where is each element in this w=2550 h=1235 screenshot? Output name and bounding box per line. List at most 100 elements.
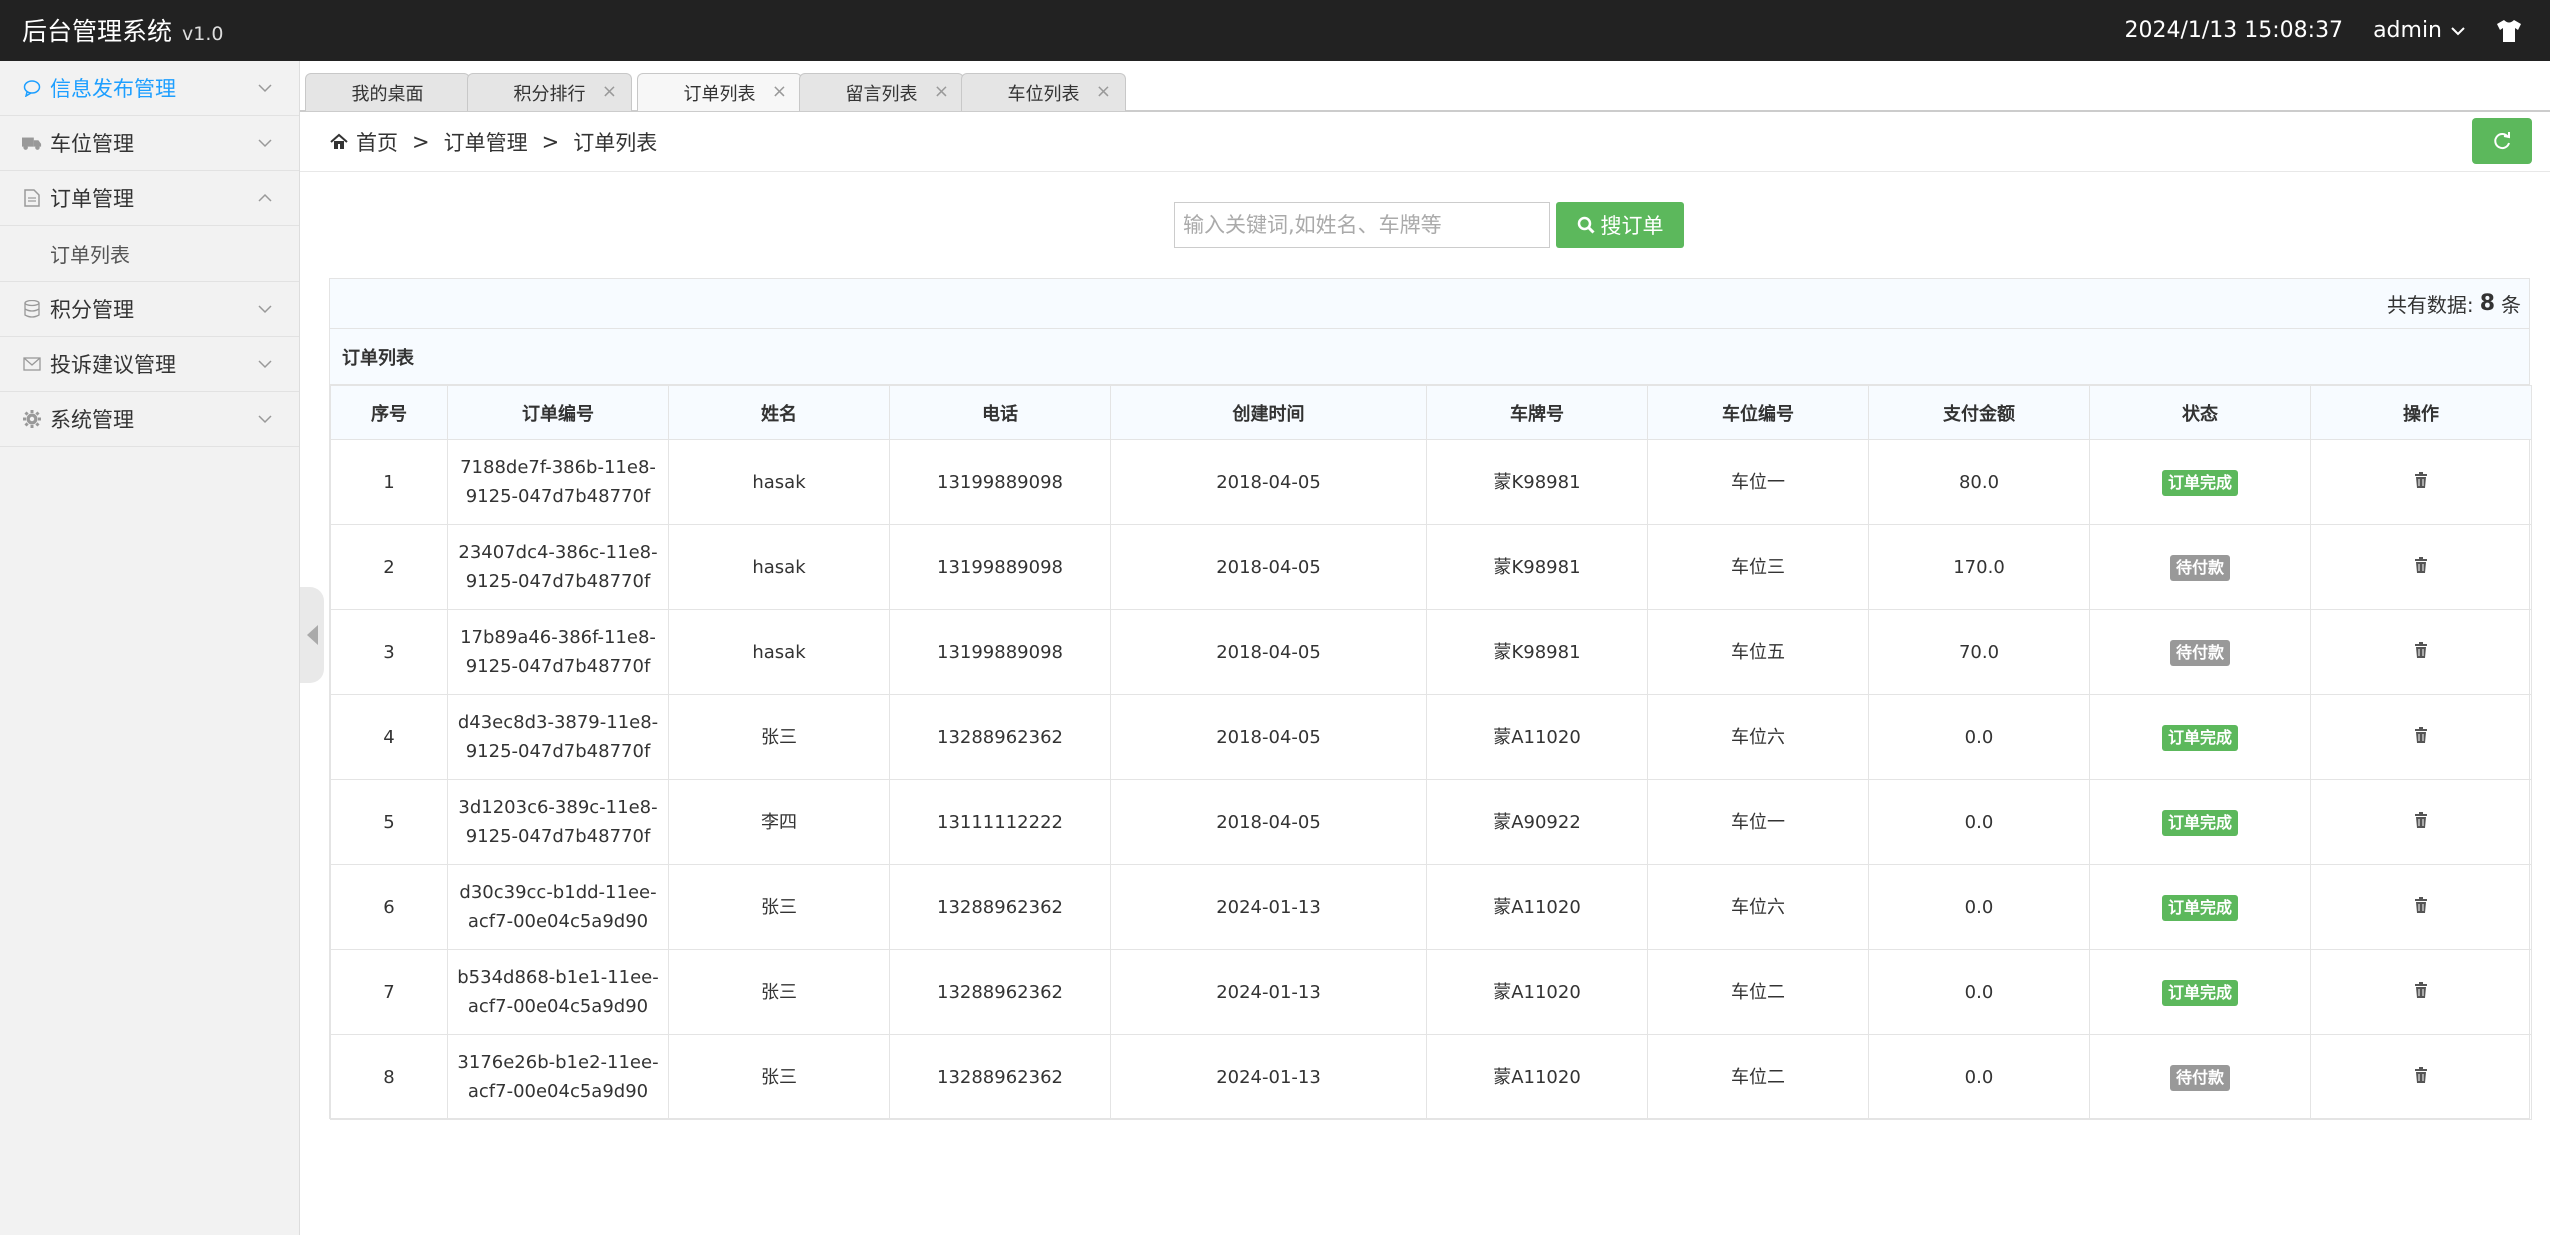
trash-icon[interactable] [2414,556,2428,573]
order-id-part: d30c39cc-b1dd-11ee- [459,882,657,903]
trash-icon[interactable] [2414,896,2428,913]
column-header-no: 序号 [330,385,448,440]
cell-phone: 13288962362 [889,949,1111,1035]
cell-phone: 13111112222 [889,779,1111,865]
table-row: 6 d30c39cc-b1dd-11ee-acf7-00e04c5a9d90 张三 1… [330,864,2532,950]
cell-status: 待付款 [2089,524,2311,610]
order-id-part: 9125-047d7b48770f [465,656,651,677]
column-header-order-id: 订单编号 [447,385,669,440]
cell-order-id: 7188de7f-386b-11e8- 9125-047d7b48770f [447,439,669,525]
trash-icon[interactable] [2414,811,2428,828]
search-input[interactable] [1174,202,1550,248]
cell-created: 2024-01-13 [1110,864,1427,950]
sidebar-item-label: 投诉建议管理 [50,353,176,377]
sidebar-item-system[interactable]: 系统管理 [0,392,299,447]
cell-created: 2018-04-05 [1110,524,1427,610]
tab-message-list[interactable]: 留言列表 × [799,73,964,111]
close-icon[interactable]: × [1096,81,1111,102]
user-menu[interactable]: admin [2373,18,2466,43]
tab-points-ranking[interactable]: 积分排行 × [467,73,632,111]
trash-icon[interactable] [2414,641,2428,658]
trash-icon[interactable] [2414,471,2428,488]
trash-icon[interactable] [2414,1066,2428,1083]
close-icon[interactable]: × [602,81,617,102]
theme-shirt-icon[interactable] [2494,16,2524,46]
sidebar-item-points[interactable]: 积分管理 [0,282,299,337]
top-right-area: 2024/1/13 15:08:37 admin [2124,0,2550,61]
tab-label: 积分排行 [513,83,586,105]
chevron-up-icon [258,193,272,202]
chevron-down-icon [258,305,272,314]
refresh-icon [2494,132,2510,150]
envelope-icon [22,354,42,374]
cell-order-id: 17b89a46-386f-11e8- 9125-047d7b48770f [447,609,669,695]
sidebar-item-label: 订单管理 [50,187,134,211]
cell-name: 张三 [668,864,890,950]
database-icon [22,299,42,319]
cell-space: 车位六 [1647,864,1869,950]
status-badge: 订单完成 [2161,724,2238,751]
caret-left-icon [306,625,318,645]
cell-phone: 13199889098 [889,524,1111,610]
status-badge: 待付款 [2169,1064,2230,1091]
cell-plate: 蒙A11020 [1426,949,1648,1035]
sidebar-collapse-toggle[interactable] [300,587,324,683]
order-id-part: 3176e26b-b1e2-11ee- [457,1052,659,1073]
sidebar-subitem-label: 订单列表 [50,243,130,267]
trash-icon[interactable] [2414,981,2428,998]
cell-amount: 0.0 [1868,864,2090,950]
order-id-part: 17b89a46-386f-11e8- [460,627,656,648]
status-badge: 订单完成 [2161,894,2238,921]
breadcrumb-separator: > [412,129,430,154]
cell-status: 订单完成 [2089,779,2311,865]
breadcrumb-order-list: 订单列表 [573,130,658,155]
cell-space: 车位三 [1647,524,1869,610]
order-id-part: d43ec8d3-3879-11e8- [457,712,659,733]
breadcrumb-orders[interactable]: 订单管理 [444,127,528,157]
search-orders-button[interactable]: 搜订单 [1556,202,1684,248]
sidebar-item-info-publish[interactable]: 信息发布管理 [0,61,299,116]
sidebar-item-label: 信息发布管理 [50,77,176,101]
status-badge: 待付款 [2169,639,2230,666]
cell-phone: 13288962362 [889,694,1111,780]
trash-icon[interactable] [2414,726,2428,743]
close-icon[interactable]: × [934,81,949,102]
tab-parking-list[interactable]: 车位列表 × [961,73,1126,111]
cell-actions [2310,694,2532,780]
column-header-status: 状态 [2089,385,2311,440]
sidebar-item-label: 车位管理 [50,132,134,156]
table-row: 2 23407dc4-386c-11e8- 9125-047d7b48770f has… [330,524,2532,610]
refresh-button[interactable] [2472,118,2532,164]
order-id-part: acf7-00e04c5a9d90 [467,1081,649,1102]
table-row: 4 d43ec8d3-3879-11e8- 9125-047d7b48770f 张三 1… [330,694,2532,780]
breadcrumb-home[interactable]: 首页 [356,127,398,157]
cell-created: 2024-01-13 [1110,1034,1427,1120]
column-header-amount: 支付金额 [1868,385,2090,440]
sidebar-item-complaints[interactable]: 投诉建议管理 [0,337,299,392]
cell-name: hasak [668,439,890,525]
cell-no: 6 [330,864,448,950]
order-id-part: acf7-00e04c5a9d90 [467,911,649,932]
sidebar-item-parking[interactable]: 车位管理 [0,116,299,171]
cell-order-id: 23407dc4-386c-11e8- 9125-047d7b48770f [447,524,669,610]
cell-amount: 0.0 [1868,779,2090,865]
table-row: 3 17b89a46-386f-11e8- 9125-047d7b48770f has… [330,609,2532,695]
cell-amount: 80.0 [1868,439,2090,525]
chevron-down-icon [2451,26,2465,35]
status-badge: 待付款 [2169,554,2230,581]
cell-no: 4 [330,694,448,780]
cell-created: 2018-04-05 [1110,694,1427,780]
cell-plate: 蒙A11020 [1426,864,1648,950]
app-brand[interactable]: 后台管理系统 v1.0 [22,12,223,48]
tab-my-desktop[interactable]: 我的桌面 [305,73,470,111]
close-icon[interactable]: × [772,81,787,102]
sidebar-subitem-order-list[interactable]: 订单列表 [0,226,299,282]
cell-actions [2310,949,2532,1035]
tab-label: 车位列表 [1007,83,1080,105]
order-table: 序号 订单编号 姓名 电话 创建时间 车牌号 车位编号 支付金额 状态 操作 1… [330,385,2532,1120]
cell-no: 8 [330,1034,448,1120]
sidebar-item-orders[interactable]: 订单管理 [0,171,299,226]
cell-amount: 0.0 [1868,949,2090,1035]
order-id-part: 3d1203c6-389c-11e8- [458,797,658,818]
tab-order-list[interactable]: 订单列表 × [637,73,802,111]
